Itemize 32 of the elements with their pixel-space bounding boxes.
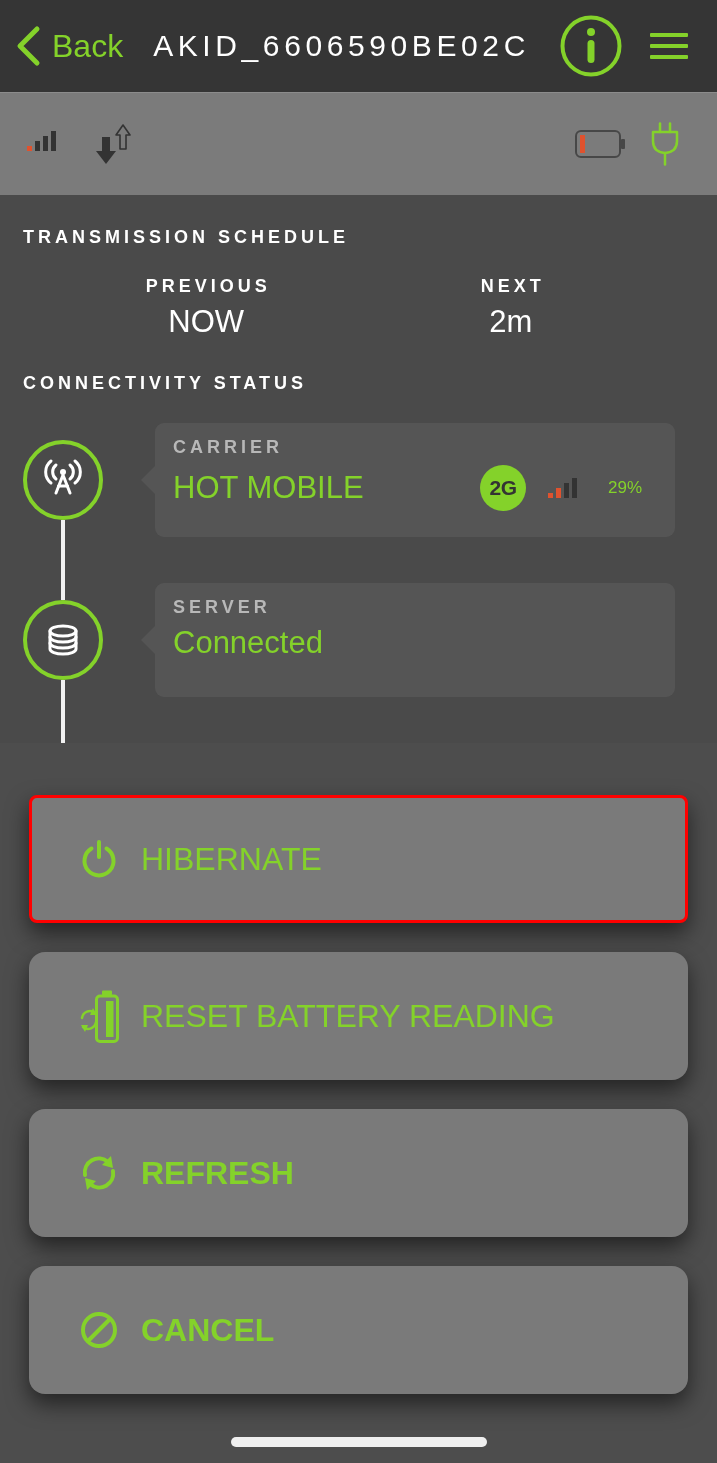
reset-battery-button[interactable]: RESET BATTERY READING (29, 952, 688, 1080)
status-label: SERVER (173, 596, 271, 618)
power-icon (80, 840, 118, 878)
battery-refresh-icon (78, 988, 120, 1044)
section-title: CONNECTIVITY STATUS (23, 372, 307, 394)
refresh-icon (80, 1154, 118, 1192)
transfer-arrows-icon (95, 123, 131, 165)
schedule-label: NEXT (479, 275, 545, 297)
chevron-left-icon (15, 25, 41, 67)
signal-bars-icon (27, 131, 57, 151)
refresh-button[interactable]: REFRESH (29, 1109, 688, 1237)
menu-icon[interactable] (650, 32, 688, 60)
battery-icon (575, 130, 625, 158)
database-icon (23, 600, 103, 680)
signal-percent: 29% (607, 478, 642, 498)
status-value: HOT MOBILE (173, 470, 365, 506)
back-button[interactable]: Back (15, 25, 124, 67)
section-title: TRANSMISSION SCHEDULE (23, 226, 349, 248)
plug-icon (650, 122, 680, 166)
network-badge: 2G (479, 465, 526, 511)
status-label: CARRIER (173, 436, 283, 458)
info-icon[interactable] (560, 15, 622, 77)
device-title: AKID_6606590BE02C (153, 29, 530, 63)
hibernate-button[interactable]: HIBERNATE (29, 795, 688, 923)
cancel-button[interactable]: CANCEL (29, 1266, 688, 1394)
antenna-icon (23, 440, 103, 520)
schedule-value: NOW (168, 304, 245, 340)
cancel-icon (80, 1311, 118, 1349)
status-value: Connected (173, 625, 324, 661)
schedule-value: 2m (489, 304, 533, 340)
signal-bars-icon (547, 478, 578, 498)
schedule-label: PREVIOUS (144, 275, 271, 297)
